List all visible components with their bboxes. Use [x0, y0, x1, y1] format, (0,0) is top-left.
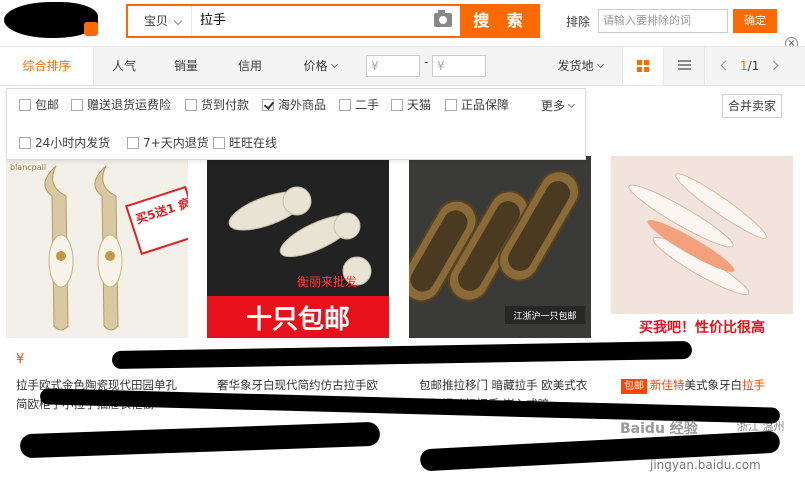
- watermark-url: jingyan.baidu.com: [650, 458, 761, 472]
- filter-cash-on-delivery[interactable]: 货到付款: [185, 97, 249, 113]
- chevron-down-icon: [330, 60, 338, 69]
- grid-view-button[interactable]: [622, 47, 664, 85]
- filter-label: 24小时内发货: [35, 136, 111, 150]
- filter-genuine[interactable]: 正品保障: [445, 97, 509, 113]
- page-current: 1: [740, 59, 748, 73]
- filter-overseas[interactable]: 海外商品: [262, 97, 326, 113]
- sort-popularity[interactable]: 人气: [96, 47, 152, 85]
- filter-wangwang-online[interactable]: 旺旺在线: [213, 135, 277, 151]
- page-indicator: 1/1: [740, 47, 759, 85]
- product-image[interactable]: 衡丽来批发 十只包邮: [207, 156, 389, 338]
- sort-price[interactable]: 价格: [290, 47, 350, 85]
- sort-sales[interactable]: 销量: [158, 47, 214, 85]
- checkbox[interactable]: [185, 99, 197, 111]
- filter-label: 赠送退货运费险: [87, 98, 172, 112]
- promo-text: 江浙沪一只包邮: [513, 310, 576, 322]
- checkbox[interactable]: [339, 99, 351, 111]
- checkbox[interactable]: [445, 99, 457, 111]
- product-title[interactable]: 包邮 新佳特美式象牙白拉手: [621, 376, 791, 395]
- brand-logo: blancpall: [10, 163, 46, 172]
- promo-text: 十只包邮: [246, 304, 350, 335]
- filter-label: 旺旺在线: [229, 136, 278, 150]
- free-shipping-badge: 包邮: [621, 379, 647, 394]
- ship-from-label: 发货地: [557, 59, 594, 73]
- checkbox[interactable]: [391, 99, 403, 111]
- sort-credit[interactable]: 信用: [222, 47, 278, 85]
- page-total: 1: [751, 59, 760, 73]
- exclude-input[interactable]: 请输入要排除的词: [598, 9, 728, 33]
- promo-text: 买我吧！性价比很高: [639, 319, 765, 336]
- filter-7day-return[interactable]: 7+天内退货: [127, 135, 209, 151]
- exclude-label: 排除: [566, 15, 591, 29]
- checkbox[interactable]: [213, 137, 225, 149]
- filter-label: 天猫: [407, 98, 432, 112]
- divider: [704, 47, 705, 85]
- sort-price-label: 价格: [303, 59, 328, 73]
- chevron-down-icon: [567, 100, 576, 109]
- more-label: 更多: [541, 99, 566, 113]
- checkbox-checked[interactable]: [262, 99, 274, 111]
- confirm-button[interactable]: 确定: [733, 9, 777, 33]
- logo-fragment: [84, 22, 98, 36]
- next-page-icon[interactable]: [768, 60, 779, 71]
- filter-label: 7+天内退货: [143, 136, 209, 150]
- filter-label: 二手: [355, 98, 380, 112]
- prev-page-icon[interactable]: [720, 60, 731, 71]
- watermark-logo: Baidu 经验: [620, 421, 698, 437]
- checkbox[interactable]: [19, 137, 31, 149]
- filter-label: 货到付款: [201, 98, 250, 112]
- seller-tag: 新佳特: [650, 378, 685, 392]
- checkbox[interactable]: [19, 99, 31, 111]
- product-card[interactable]: 江浙沪一只包邮 包邮推拉移门 暗藏拉手 欧美式衣橱柜门暗扣把手 嵌入式暗: [409, 156, 591, 488]
- product-image[interactable]: 江浙沪一只包邮: [409, 156, 591, 338]
- checkbox[interactable]: [127, 137, 139, 149]
- product-image[interactable]: 买我吧！性价比很高: [611, 156, 793, 338]
- filter-tmall[interactable]: 天猫: [391, 97, 431, 113]
- title-rest: 美式象牙白: [684, 378, 743, 392]
- grid-icon: [637, 60, 649, 72]
- camera-icon[interactable]: [434, 10, 452, 27]
- search-box: 宝贝 拉手: [126, 4, 462, 38]
- top-bar: 宝贝 拉手 搜 索 排除 请输入要排除的词 确定 ×: [0, 0, 805, 50]
- filter-panel: 包邮 赠送退货运费险 货到付款 海外商品 二手 天猫 正品保障 更多 24小时内…: [6, 88, 586, 160]
- search-category-dropdown[interactable]: 宝贝: [128, 6, 192, 36]
- filter-label: 海外商品: [278, 98, 327, 112]
- filter-label: 正品保障: [461, 98, 510, 112]
- filter-24h-ship[interactable]: 24小时内发货: [19, 135, 110, 151]
- product-image[interactable]: blancpall 买5送1 疯抢: [6, 156, 188, 338]
- price-max-input[interactable]: ¥: [432, 55, 486, 77]
- chevron-down-icon: [596, 60, 604, 69]
- price-min-input[interactable]: ¥: [366, 55, 420, 77]
- search-button[interactable]: 搜 索: [462, 4, 540, 38]
- ship-from-dropdown[interactable]: 发货地: [552, 47, 608, 85]
- checkbox[interactable]: [71, 99, 83, 111]
- more-filters-link[interactable]: 更多: [541, 97, 576, 114]
- list-view-icon[interactable]: [678, 60, 691, 71]
- sort-comprehensive[interactable]: 综合排序: [0, 47, 94, 85]
- price-dash: -: [424, 55, 429, 69]
- sort-bar: 综合排序 人气 销量 信用 价格 ¥ - ¥ 发货地 1/1: [0, 46, 805, 86]
- filter-return-insurance[interactable]: 赠送退货运费险: [71, 97, 171, 113]
- filter-label: 包邮: [35, 98, 60, 112]
- merge-sellers-button[interactable]: 合并卖家: [722, 94, 782, 118]
- filter-free-shipping[interactable]: 包邮: [19, 97, 59, 113]
- redaction-scribble: [111, 340, 693, 370]
- overlay-text: 衡丽来批发: [297, 274, 357, 289]
- filter-secondhand[interactable]: 二手: [339, 97, 379, 113]
- price-symbol: ¥: [16, 352, 25, 367]
- title-highlight: 拉手: [742, 378, 765, 392]
- search-input[interactable]: 拉手: [200, 6, 226, 36]
